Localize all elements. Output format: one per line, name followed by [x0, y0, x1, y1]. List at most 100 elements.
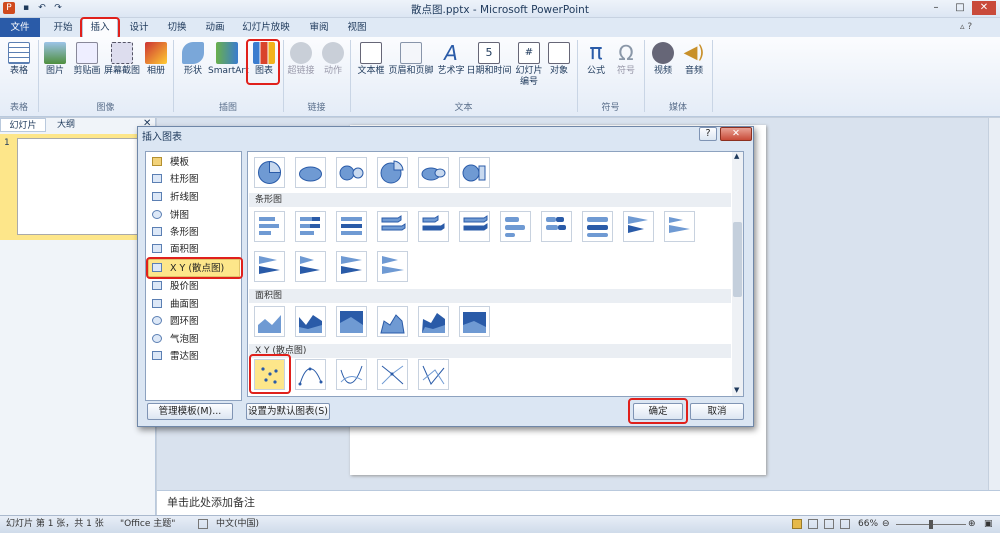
chart-type-bar-thumbnail[interactable]: [254, 251, 285, 282]
hyperlink-button[interactable]: 超链接: [286, 42, 316, 77]
chart-type-bar-thumbnail[interactable]: [254, 211, 285, 242]
chart-type-scatter-straight-markers-thumbnail[interactable]: [377, 359, 408, 390]
chart-type-bar-thumbnail[interactable]: [418, 211, 449, 242]
zoom-out-icon[interactable]: ⊖: [882, 516, 890, 533]
tab-outline[interactable]: 大纲: [46, 118, 86, 132]
tab-view[interactable]: 视图: [340, 19, 374, 37]
zoom-slider-thumb[interactable]: [929, 520, 933, 529]
slide-number-button[interactable]: # 幻灯片 编号: [512, 42, 546, 88]
line-chart-icon: [152, 192, 162, 201]
normal-view-icon[interactable]: [792, 519, 802, 529]
chart-type-bar-thumbnail[interactable]: [459, 211, 490, 242]
language[interactable]: 中文(中国): [216, 516, 259, 533]
wordart-button[interactable]: A 艺术字: [436, 42, 466, 77]
chart-type-bar-thumbnail[interactable]: [377, 251, 408, 282]
tab-slides[interactable]: 幻灯片: [0, 118, 46, 132]
chart-type-scatter-smooth-thumbnail[interactable]: [336, 359, 367, 390]
fit-window-icon[interactable]: ▣: [984, 516, 993, 533]
tab-transitions[interactable]: 切换: [160, 19, 194, 37]
zoom-in-icon[interactable]: ⊕: [968, 516, 976, 533]
category-line[interactable]: 折线图: [152, 190, 199, 205]
chart-type-bar-thumbnail[interactable]: [295, 211, 326, 242]
category-bar[interactable]: 条形图: [152, 225, 199, 240]
gallery-scrollbar-thumb[interactable]: [733, 222, 742, 297]
screenshot-button[interactable]: 屏幕截图: [103, 42, 141, 77]
chart-type-area-thumbnail[interactable]: [418, 306, 449, 337]
chart-type-bar-thumbnail[interactable]: [541, 211, 572, 242]
chart-type-pie-thumbnail[interactable]: [459, 157, 490, 188]
folder-icon: [152, 157, 162, 166]
clipart-button[interactable]: 剪贴画: [70, 42, 104, 77]
manage-templates-button[interactable]: 管理模板(M)...: [147, 403, 233, 420]
zoom-level[interactable]: 66%: [858, 516, 878, 533]
album-button[interactable]: 相册: [142, 42, 170, 77]
category-templates[interactable]: 模板: [152, 155, 189, 170]
dialog-close-button[interactable]: ✕: [720, 127, 752, 141]
chart-type-scatter-straight-thumbnail[interactable]: [418, 359, 449, 390]
datetime-button[interactable]: 5 日期和时间: [466, 42, 512, 77]
table-button[interactable]: 表格: [2, 42, 36, 77]
header-footer-button[interactable]: 页眉和页脚: [388, 42, 434, 77]
chart-type-area-thumbnail[interactable]: [295, 306, 326, 337]
symbol-button[interactable]: Ω 符号: [612, 42, 640, 77]
action-button[interactable]: 动作: [318, 42, 348, 77]
chart-type-pie-thumbnail[interactable]: [254, 157, 285, 188]
chart-type-bar-thumbnail[interactable]: [336, 211, 367, 242]
tab-home[interactable]: 开始: [46, 19, 80, 37]
category-pie[interactable]: 饼图: [152, 208, 189, 223]
picture-button[interactable]: 图片: [40, 42, 70, 77]
equation-button[interactable]: π 公式: [582, 42, 610, 77]
object-button[interactable]: 对象: [545, 42, 573, 77]
chart-type-bar-thumbnail[interactable]: [336, 251, 367, 282]
chart-type-bar-thumbnail[interactable]: [664, 211, 695, 242]
set-default-chart-button[interactable]: 设置为默认图表(S): [246, 403, 330, 420]
chart-type-area-thumbnail[interactable]: [459, 306, 490, 337]
minimize-icon[interactable]: –: [924, 1, 948, 15]
gallery-scrollbar[interactable]: ▲ ▼: [732, 152, 743, 396]
chart-type-bar-thumbnail[interactable]: [623, 211, 654, 242]
tab-file[interactable]: 文件: [0, 18, 40, 37]
chart-type-scatter-smooth-markers-thumbnail[interactable]: [295, 359, 326, 390]
slide-sorter-icon[interactable]: [808, 519, 818, 529]
tab-animations[interactable]: 动画: [198, 19, 232, 37]
slideshow-icon[interactable]: [840, 519, 850, 529]
notes-input[interactable]: 单击此处添加备注: [157, 490, 1000, 515]
tab-slideshow[interactable]: 幻灯片放映: [236, 19, 296, 37]
chart-type-bar-thumbnail[interactable]: [295, 251, 326, 282]
smartart-button[interactable]: SmartArt: [208, 42, 249, 77]
chart-type-pie-thumbnail[interactable]: [377, 157, 408, 188]
spellcheck-icon[interactable]: [198, 519, 208, 529]
chart-type-area-thumbnail[interactable]: [336, 306, 367, 337]
close-icon[interactable]: ✕: [972, 1, 996, 15]
category-doughnut[interactable]: 圆环图: [152, 314, 199, 329]
category-area[interactable]: 面积图: [152, 242, 199, 257]
reading-view-icon[interactable]: [824, 519, 834, 529]
cancel-button[interactable]: 取消: [690, 403, 744, 420]
category-bubble[interactable]: 气泡图: [152, 332, 199, 347]
chart-type-area-thumbnail[interactable]: [254, 306, 285, 337]
category-stock[interactable]: 股价图: [152, 279, 199, 294]
ribbon-minimize-icon[interactable]: ▵ ?: [960, 22, 972, 32]
tab-review[interactable]: 审阅: [302, 19, 336, 37]
video-button[interactable]: 视频: [648, 42, 678, 77]
scroll-down-icon[interactable]: ▼: [734, 386, 739, 394]
maximize-icon[interactable]: □: [948, 1, 972, 15]
chart-type-bar-thumbnail[interactable]: [377, 211, 408, 242]
dialog-help-button[interactable]: ?: [699, 127, 717, 141]
category-column[interactable]: 柱形图: [152, 172, 199, 187]
category-radar[interactable]: 雷达图: [152, 349, 199, 364]
audio-button[interactable]: ◀) 音频: [680, 42, 708, 77]
shapes-button[interactable]: 形状: [178, 42, 208, 77]
tab-design[interactable]: 设计: [122, 19, 156, 37]
chart-type-pie-thumbnail[interactable]: [418, 157, 449, 188]
slide-scrollbar[interactable]: [988, 118, 1000, 490]
slide-thumbnail[interactable]: [17, 138, 145, 235]
chart-type-bar-thumbnail[interactable]: [500, 211, 531, 242]
chart-type-bar-thumbnail[interactable]: [582, 211, 613, 242]
chart-type-pie-thumbnail[interactable]: [295, 157, 326, 188]
scroll-up-icon[interactable]: ▲: [734, 152, 739, 160]
category-surface[interactable]: 曲面图: [152, 297, 199, 312]
textbox-button[interactable]: 文本框: [355, 42, 387, 77]
chart-type-area-thumbnail[interactable]: [377, 306, 408, 337]
chart-type-pie-thumbnail[interactable]: [336, 157, 367, 188]
